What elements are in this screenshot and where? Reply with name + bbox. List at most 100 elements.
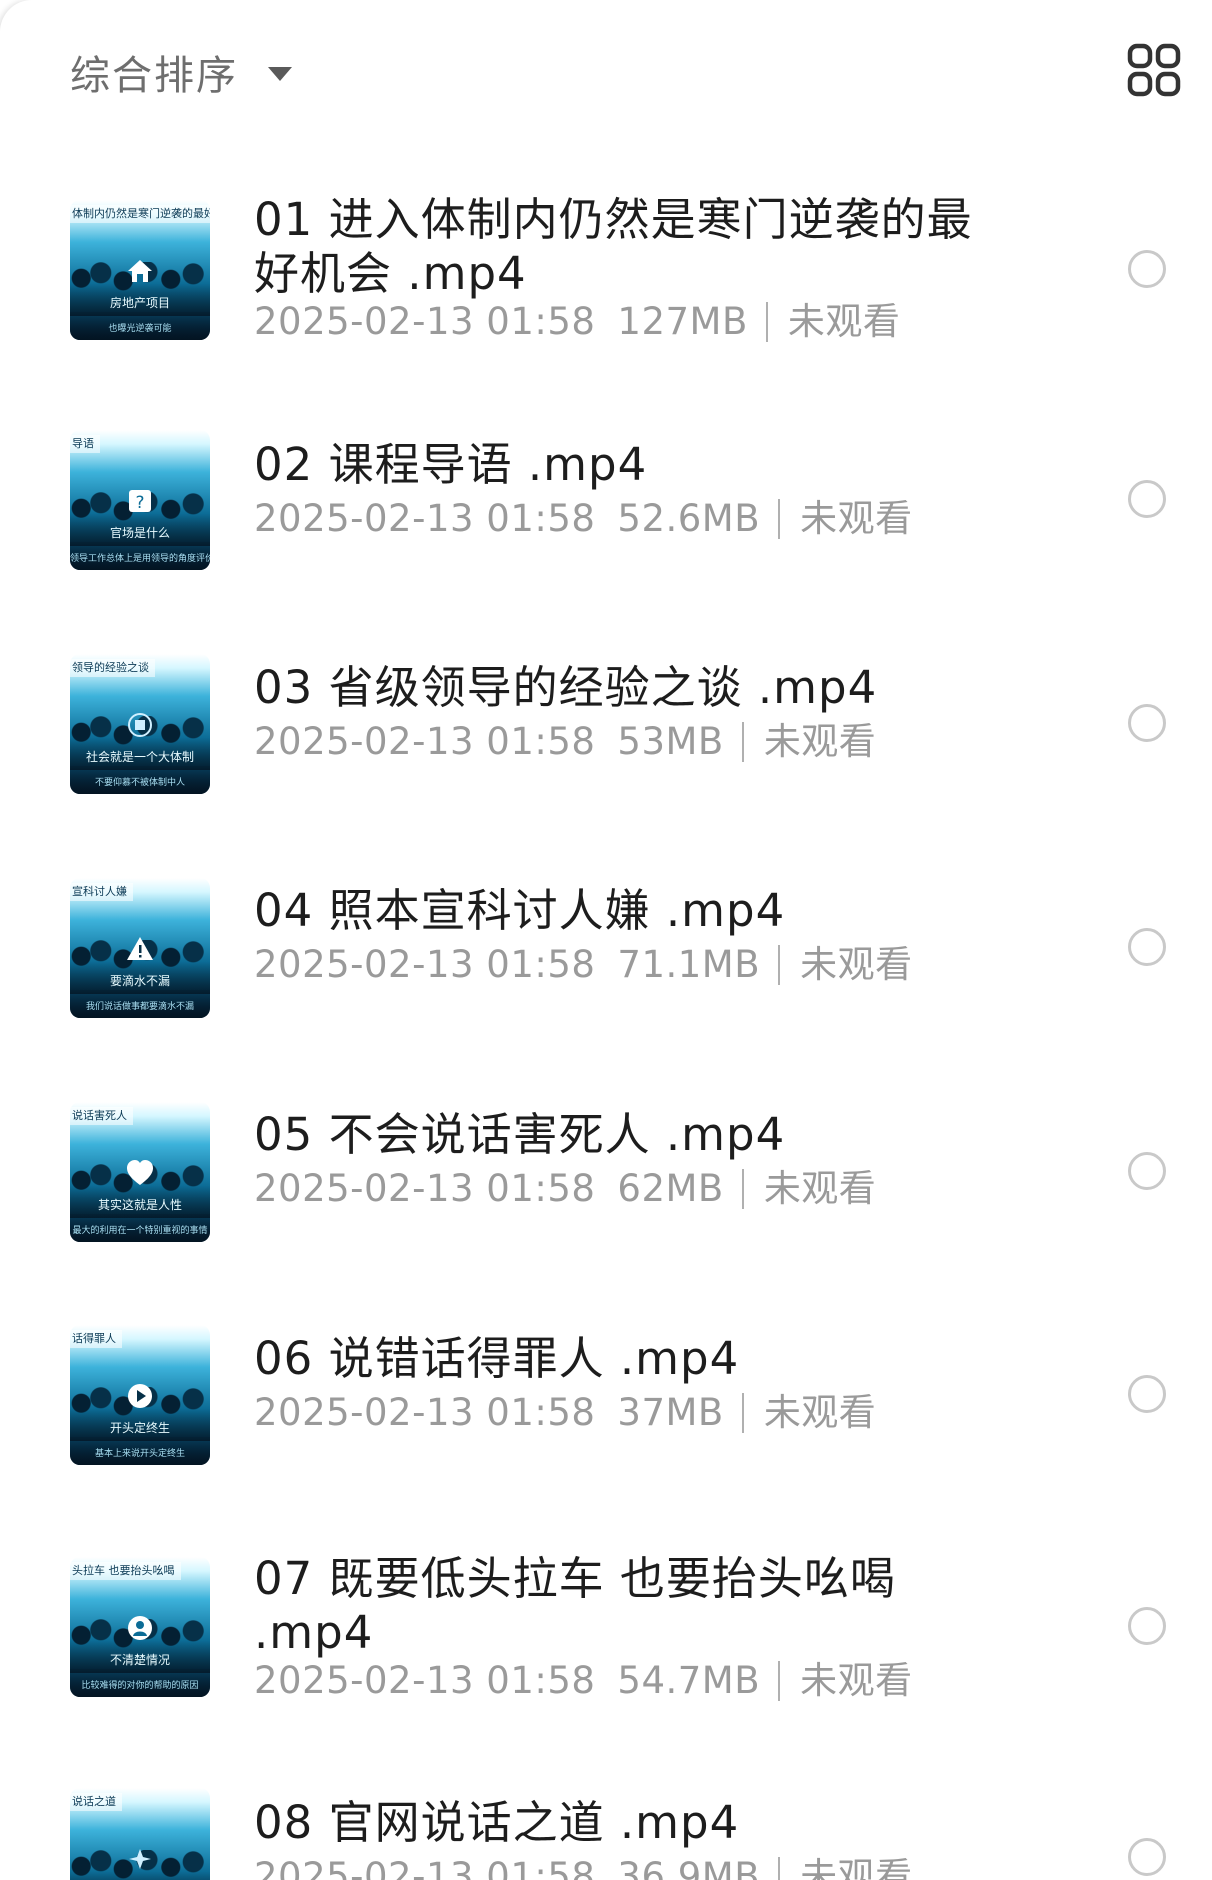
- thumbnail-caption: 不清楚情况: [109, 1653, 170, 1667]
- thumbnail-caption: 官场是什么: [109, 526, 170, 540]
- file-date: 2025-02-13 01:58: [254, 720, 596, 763]
- watch-status: 未观看: [787, 300, 901, 343]
- video-thumbnail: 说话之道: [70, 1788, 210, 1880]
- file-list-page: 综合排序 体制内仍然是寒门逆袭的最好机会 房地产项目 也曝光逆袭可能 01 进入…: [0, 0, 1212, 1880]
- thumbnail-title: 话得罪人: [70, 1330, 122, 1348]
- file-title[interactable]: 08 官网说话之道 .mp4: [254, 1796, 1014, 1850]
- select-radio[interactable]: [1128, 250, 1166, 288]
- file-date: 2025-02-13 01:58: [254, 943, 596, 986]
- thumbnail-title: 宣科讨人嫌: [70, 883, 133, 901]
- select-radio[interactable]: [1128, 480, 1166, 518]
- file-meta: 2025-02-13 01:58 52.6MB 未观看: [254, 496, 913, 542]
- thumbnail-caption: 房地产项目: [109, 296, 170, 310]
- svg-text:?: ?: [135, 493, 144, 513]
- video-thumbnail: 领导的经验之谈 社会就是一个大体制 不要仰慕不被体制中人: [70, 654, 210, 794]
- video-thumbnail: 体制内仍然是寒门逆袭的最好机会 房地产项目 也曝光逆袭可能: [70, 200, 210, 340]
- file-size: 62MB: [617, 1167, 724, 1210]
- divider: [765, 302, 768, 342]
- thumbnail-caption: 其实这就是人性: [97, 1198, 182, 1212]
- file-meta: 2025-02-13 01:58 71.1MB 未观看: [254, 942, 913, 988]
- file-meta: 2025-02-13 01:58 37MB 未观看: [254, 1390, 876, 1436]
- thumbnail-subcaption: 领导工作总体上是用领导的角度评价和规范: [70, 554, 210, 564]
- watch-status: 未观看: [763, 1391, 877, 1434]
- file-meta: 2025-02-13 01:58 127MB 未观看: [254, 299, 900, 345]
- thumbnail-subcaption: 也曝光逆袭可能: [108, 324, 172, 334]
- watch-status: 未观看: [800, 943, 913, 986]
- building-icon: [125, 710, 155, 740]
- file-size: 37MB: [617, 1391, 724, 1434]
- watch-status: 未观看: [800, 1659, 913, 1702]
- watch-status: 未观看: [763, 1167, 877, 1210]
- divider: [741, 722, 744, 762]
- divider: [741, 1393, 744, 1433]
- warning-icon: [125, 934, 155, 964]
- video-thumbnail: 导语 ? 官场是什么 领导工作总体上是用领导的角度评价和规范: [70, 430, 210, 570]
- video-thumbnail: 头拉车 也要抬头吆喝 不清楚情况 比较难得的对你的帮助的原因: [70, 1557, 210, 1697]
- divider: [741, 1169, 744, 1209]
- thumbnail-subcaption: 基本上来说开头定终生: [94, 1449, 185, 1459]
- file-size: 53MB: [617, 720, 724, 763]
- file-date: 2025-02-13 01:58: [254, 1855, 596, 1880]
- file-meta: 2025-02-13 01:58 62MB 未观看: [254, 1166, 876, 1212]
- sort-dropdown[interactable]: 综合排序: [70, 44, 292, 100]
- thumbnail-title: 领导的经验之谈: [70, 659, 155, 677]
- caret-down-icon: [268, 67, 292, 81]
- play-icon: [125, 1381, 155, 1411]
- sort-label: 综合排序: [70, 53, 238, 99]
- file-date: 2025-02-13 01:58: [254, 300, 596, 343]
- file-date: 2025-02-13 01:58: [254, 1659, 596, 1702]
- select-radio[interactable]: [1128, 1152, 1166, 1190]
- file-meta: 2025-02-13 01:58 36.9MB 未观看: [254, 1854, 913, 1880]
- thumbnail-caption: 开头定终生: [109, 1421, 170, 1435]
- home-icon: [125, 256, 155, 286]
- select-radio[interactable]: [1128, 928, 1166, 966]
- watch-status: 未观看: [763, 720, 877, 763]
- thumbnail-subcaption: 比较难得的对你的帮助的原因: [81, 1681, 199, 1691]
- file-size: 127MB: [617, 300, 748, 343]
- divider: [778, 945, 781, 985]
- file-title[interactable]: 06 说错话得罪人 .mp4: [254, 1332, 1014, 1386]
- file-title[interactable]: 07 既要低头拉车 也要抬头吆喝 .mp4: [254, 1552, 1014, 1660]
- file-size: 71.1MB: [617, 943, 761, 986]
- file-title[interactable]: 04 照本宣科讨人嫌 .mp4: [254, 884, 1014, 938]
- file-date: 2025-02-13 01:58: [254, 1391, 596, 1434]
- watch-status: 未观看: [800, 497, 913, 540]
- thumbnail-title: 导语: [70, 435, 100, 453]
- select-radio[interactable]: [1128, 1375, 1166, 1413]
- sparkle-icon: [125, 1844, 155, 1874]
- thumbnail-title: 头拉车 也要抬头吆喝: [70, 1562, 181, 1580]
- divider: [778, 1857, 781, 1880]
- thumbnail-subcaption: 我们说话做事都要滴水不漏: [85, 1002, 194, 1012]
- file-size: 52.6MB: [617, 497, 761, 540]
- select-radio[interactable]: [1128, 1838, 1166, 1876]
- thumbnail-title: 说话之道: [70, 1793, 122, 1811]
- video-thumbnail: 说话害死人 其实这就是人性 最大的利用在一个特别重视的事情: [70, 1102, 210, 1242]
- file-title[interactable]: 05 不会说话害死人 .mp4: [254, 1108, 1014, 1162]
- thumbnail-caption: 社会就是一个大体制: [85, 750, 194, 764]
- divider: [778, 499, 781, 539]
- grid-view-icon[interactable]: [1126, 42, 1182, 98]
- divider: [778, 1661, 781, 1701]
- heart-icon: [125, 1158, 155, 1188]
- file-meta: 2025-02-13 01:58 53MB 未观看: [254, 719, 876, 765]
- file-date: 2025-02-13 01:58: [254, 1167, 596, 1210]
- watch-status: 未观看: [800, 1855, 913, 1880]
- file-title[interactable]: 01 进入体制内仍然是寒门逆袭的最好机会 .mp4: [254, 193, 1014, 301]
- select-radio[interactable]: [1128, 704, 1166, 742]
- thumbnail-subcaption: 不要仰慕不被体制中人: [94, 778, 185, 788]
- thumbnail-subcaption: 最大的利用在一个特别重视的事情: [72, 1226, 208, 1236]
- select-radio[interactable]: [1128, 1607, 1166, 1645]
- list-header: 综合排序: [0, 0, 1212, 140]
- thumbnail-title: 说话害死人: [70, 1107, 133, 1125]
- file-size: 54.7MB: [617, 1659, 761, 1702]
- thumbnail-title: 体制内仍然是寒门逆袭的最好机会: [70, 205, 210, 223]
- thumbnail-caption: 要滴水不漏: [109, 974, 170, 988]
- file-size: 36.9MB: [617, 1855, 761, 1880]
- file-title[interactable]: 02 课程导语 .mp4: [254, 438, 1014, 492]
- video-thumbnail: 宣科讨人嫌 要滴水不漏 我们说话做事都要滴水不漏: [70, 878, 210, 1018]
- file-date: 2025-02-13 01:58: [254, 497, 596, 540]
- person-icon: [125, 1613, 155, 1643]
- file-meta: 2025-02-13 01:58 54.7MB 未观看: [254, 1658, 913, 1704]
- file-title[interactable]: 03 省级领导的经验之谈 .mp4: [254, 661, 1014, 715]
- video-thumbnail: 话得罪人 开头定终生 基本上来说开头定终生: [70, 1325, 210, 1465]
